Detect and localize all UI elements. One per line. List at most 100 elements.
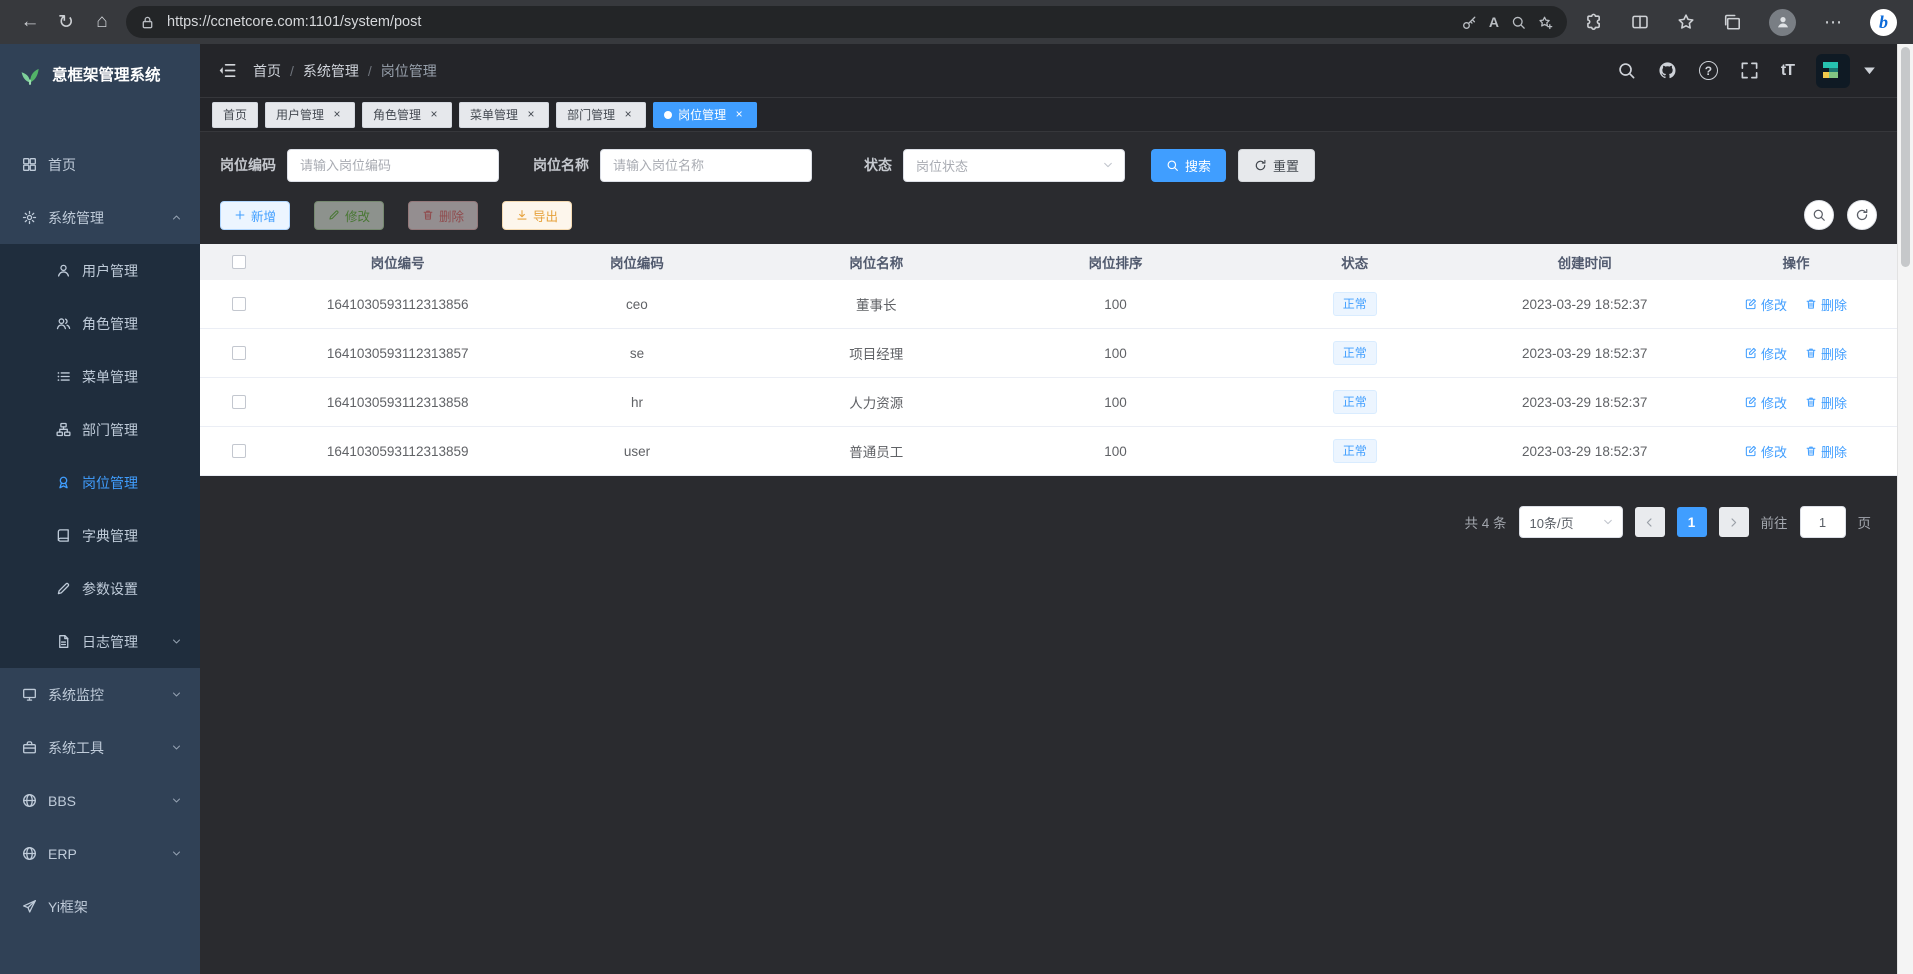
browser-menu-icon[interactable]: ⋯ xyxy=(1824,4,1842,40)
tab-dept-mgmt[interactable]: 部门管理 × xyxy=(556,102,646,128)
zoom-indicator-icon[interactable] xyxy=(1511,15,1526,30)
sidebar-item-param-settings[interactable]: 参数设置 xyxy=(0,562,200,615)
sidebar-item-post-mgmt[interactable]: 岗位管理 xyxy=(0,456,200,509)
tab-close-icon[interactable]: × xyxy=(330,108,344,122)
browser-profile-avatar[interactable] xyxy=(1769,9,1796,36)
extensions-icon[interactable] xyxy=(1585,13,1603,31)
users-icon xyxy=(56,316,71,331)
log-doc-icon xyxy=(56,634,71,649)
tab-close-icon[interactable]: × xyxy=(524,108,538,122)
status-badge: 正常 xyxy=(1333,341,1377,365)
breadcrumb-item-system[interactable]: 系统管理 xyxy=(303,61,359,81)
status-select[interactable]: 岗位状态 xyxy=(903,149,1125,182)
add-favorite-icon[interactable] xyxy=(1538,15,1553,30)
read-aloud-icon[interactable]: A xyxy=(1489,14,1499,30)
edit-button[interactable]: 修改 xyxy=(314,201,384,230)
add-button[interactable]: 新增 xyxy=(220,201,290,230)
trash-icon xyxy=(1805,298,1817,310)
table-row: 1641030593112313859 user 普通员工 100 正常 202… xyxy=(200,427,1897,476)
font-size-icon[interactable]: tT xyxy=(1781,62,1794,80)
goto-page-input[interactable] xyxy=(1800,506,1846,538)
sidebar-item-user-mgmt[interactable]: 用户管理 xyxy=(0,244,200,297)
row-checkbox[interactable] xyxy=(232,297,246,311)
search-button[interactable]: 搜索 xyxy=(1151,149,1226,182)
delete-button[interactable]: 删除 xyxy=(408,201,478,230)
search-button-label: 搜索 xyxy=(1185,156,1211,175)
select-all-checkbox[interactable] xyxy=(232,255,246,269)
paper-plane-icon xyxy=(22,899,37,914)
post-name-input[interactable] xyxy=(600,149,812,182)
sidebar: 意框架管理系统 首页 系统管理 用户管理 xyxy=(0,44,200,974)
row-delete-button[interactable]: 删除 xyxy=(1805,344,1847,363)
search-icon[interactable] xyxy=(1617,61,1636,80)
browser-back-button[interactable]: ← xyxy=(12,4,48,40)
github-icon[interactable] xyxy=(1658,61,1677,80)
next-page-button[interactable] xyxy=(1719,507,1749,537)
browser-home-button[interactable]: ⌂ xyxy=(84,4,120,40)
row-edit-button[interactable]: 修改 xyxy=(1745,393,1787,412)
prev-page-button[interactable] xyxy=(1635,507,1665,537)
hide-search-button[interactable] xyxy=(1804,200,1834,230)
reset-button[interactable]: 重置 xyxy=(1238,149,1315,182)
row-delete-button[interactable]: 删除 xyxy=(1805,295,1847,314)
url-text[interactable]: https://ccnetcore.com:1101/system/post xyxy=(167,14,1450,30)
caret-down-icon[interactable] xyxy=(1860,61,1879,80)
sidebar-item-dept-mgmt[interactable]: 部门管理 xyxy=(0,403,200,456)
sidebar-item-yi-framework[interactable]: Yi框架 xyxy=(0,880,200,933)
row-delete-button[interactable]: 删除 xyxy=(1805,393,1847,412)
sidebar-item-monitor[interactable]: 系统监控 xyxy=(0,668,200,721)
sidebar-item-dict-mgmt[interactable]: 字典管理 xyxy=(0,509,200,562)
favorites-icon[interactable] xyxy=(1677,13,1695,31)
row-edit-button[interactable]: 修改 xyxy=(1745,442,1787,461)
tab-post-mgmt[interactable]: 岗位管理 × xyxy=(653,102,757,128)
tab-home[interactable]: 首页 xyxy=(212,102,258,128)
sidebar-item-tools[interactable]: 系统工具 xyxy=(0,721,200,774)
row-checkbox[interactable] xyxy=(232,444,246,458)
collections-icon[interactable] xyxy=(1723,13,1741,31)
page-unit-label: 页 xyxy=(1858,512,1872,532)
sidebar-toggle-icon[interactable] xyxy=(218,61,237,80)
sidebar-item-log-mgmt[interactable]: 日志管理 xyxy=(0,615,200,668)
browser-scrollbar[interactable] xyxy=(1897,44,1913,974)
fullscreen-icon[interactable] xyxy=(1740,61,1759,80)
status-label: 状态 xyxy=(864,155,892,175)
row-edit-label: 修改 xyxy=(1761,344,1787,363)
sidebar-item-menu-mgmt[interactable]: 菜单管理 xyxy=(0,350,200,403)
address-bar[interactable]: https://ccnetcore.com:1101/system/post A xyxy=(126,6,1567,38)
help-icon[interactable]: ? xyxy=(1699,61,1718,80)
sidebar-item-bbs[interactable]: BBS xyxy=(0,774,200,827)
ssl-lock-icon xyxy=(140,15,155,30)
cell-post-code: hr xyxy=(517,395,756,410)
browser-refresh-button[interactable]: ↻ xyxy=(48,4,84,40)
scrollbar-thumb[interactable] xyxy=(1901,47,1910,267)
app-logo[interactable]: 意框架管理系统 xyxy=(0,44,200,104)
tab-menu-mgmt[interactable]: 菜单管理 × xyxy=(459,102,549,128)
breadcrumb-item-home[interactable]: 首页 xyxy=(253,61,281,81)
split-screen-icon[interactable] xyxy=(1631,13,1649,31)
current-page-button[interactable]: 1 xyxy=(1677,507,1707,537)
row-checkbox[interactable] xyxy=(232,346,246,360)
breadcrumb-separator: / xyxy=(368,63,372,79)
user-avatar[interactable] xyxy=(1816,54,1850,88)
post-code-input[interactable] xyxy=(287,149,499,182)
export-button[interactable]: 导出 xyxy=(502,201,572,230)
row-checkbox[interactable] xyxy=(232,395,246,409)
sidebar-item-erp[interactable]: ERP xyxy=(0,827,200,880)
refresh-table-button[interactable] xyxy=(1847,200,1877,230)
tab-close-icon[interactable]: × xyxy=(621,108,635,122)
row-edit-button[interactable]: 修改 xyxy=(1745,295,1787,314)
tab-user-mgmt[interactable]: 用户管理 × xyxy=(265,102,355,128)
tab-close-icon[interactable]: × xyxy=(427,108,441,122)
sidebar-item-system[interactable]: 系统管理 xyxy=(0,191,200,244)
row-delete-button[interactable]: 删除 xyxy=(1805,442,1847,461)
bing-copilot-icon[interactable]: b xyxy=(1870,9,1897,36)
row-delete-label: 删除 xyxy=(1821,442,1847,461)
page-size-select[interactable]: 10条/页 xyxy=(1519,506,1623,538)
sidebar-item-role-mgmt[interactable]: 角色管理 xyxy=(0,297,200,350)
tab-role-mgmt[interactable]: 角色管理 × xyxy=(362,102,452,128)
sidebar-item-home[interactable]: 首页 xyxy=(0,138,200,191)
pen-icon xyxy=(328,209,340,221)
tab-close-icon[interactable]: × xyxy=(732,108,746,122)
password-key-icon[interactable] xyxy=(1462,15,1477,30)
row-edit-button[interactable]: 修改 xyxy=(1745,344,1787,363)
